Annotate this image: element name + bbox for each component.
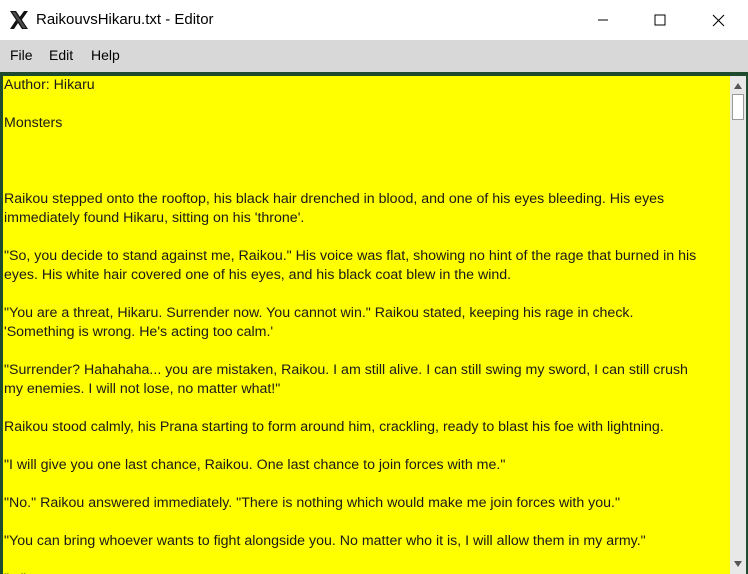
editor-frame: Author: Hikaru Monsters Raikou stepped ont… [0,72,748,574]
vertical-scrollbar[interactable] [730,76,746,574]
text-line: "..." [4,570,730,574]
scroll-thumb[interactable] [732,94,744,120]
text-line: "Surrender? Hahahaha... you are mistaken… [4,362,688,378]
text-line: 'Something is wrong. He's acting too cal… [4,324,274,340]
minimize-button[interactable] [580,0,626,40]
text-line: eyes. His white hair covered one of his … [4,267,512,283]
text-line: "So, you decide to stand against me, Rai… [4,248,697,264]
text-line: "No." Raikou answered immediately. "Ther… [4,495,621,511]
text-line: Raikou stood calmly, his Prana starting … [4,419,664,435]
scroll-up-button[interactable] [730,78,746,94]
text-line: Raikou stepped onto the rooftop, his bla… [4,191,665,207]
scroll-down-button[interactable] [730,556,746,572]
text-line: "You are a threat, Hikaru. Surrender now… [4,305,634,321]
maximize-button[interactable] [637,0,683,40]
text-line: "I will give you one last chance, Raikou… [4,457,506,473]
minimize-icon [598,19,608,21]
maximize-icon [654,14,666,26]
text-line: Author: Hikaru [4,77,95,93]
menu-help[interactable]: Help [91,47,120,63]
text-line: "You can bring whoever wants to fight al… [4,533,646,549]
text-line: immediately found Hikaru, sitting on his… [4,210,305,226]
menu-bar: File Edit Help [0,40,748,72]
window-title: RaikouvsHikaru.txt - Editor [36,11,214,28]
arrow-up-icon [734,83,742,89]
x-app-icon [8,9,30,31]
menu-edit[interactable]: Edit [49,47,73,63]
text-line: my enemies. I will not lose, no matter w… [4,381,281,397]
close-button[interactable] [695,0,741,40]
menu-file[interactable]: File [10,47,33,63]
text-area[interactable]: Author: Hikaru Monsters Raikou stepped ont… [3,76,730,574]
close-icon [712,14,724,26]
arrow-down-icon [734,561,742,567]
document-content: Author: Hikaru Monsters Raikou stepped ont… [4,76,730,574]
text-line: Monsters [4,115,63,131]
title-bar: RaikouvsHikaru.txt - Editor [0,0,748,40]
